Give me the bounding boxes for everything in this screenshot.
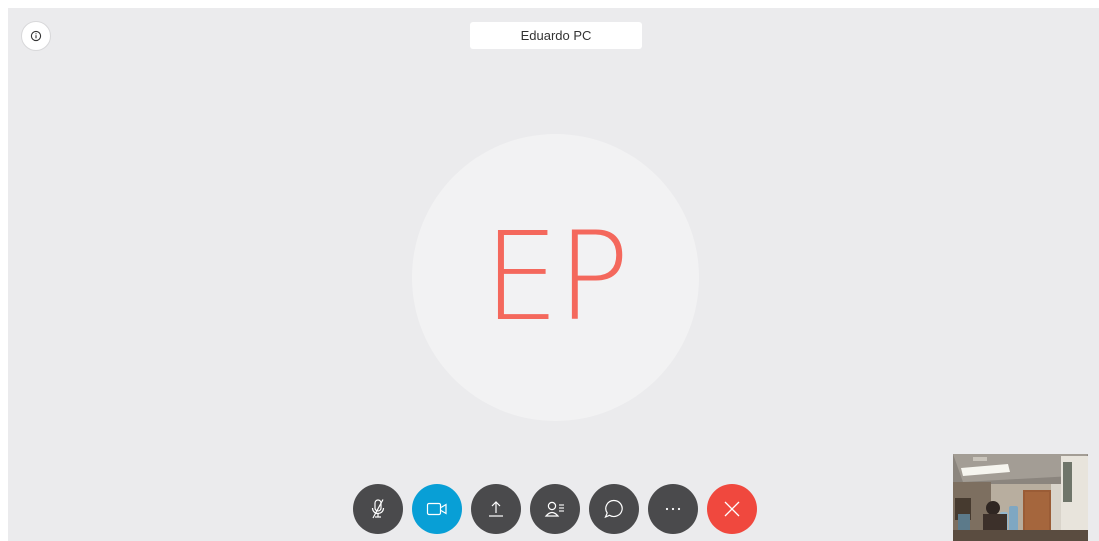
participant-name-label: Eduardo PC	[470, 22, 642, 49]
call-stage: Eduardo PC EP	[8, 8, 1099, 541]
chat-bubble-icon	[604, 499, 623, 519]
participants-icon	[544, 501, 564, 517]
end-call-button[interactable]	[707, 484, 757, 534]
participant-avatar: EP	[412, 134, 699, 421]
participant-name: Eduardo PC	[520, 28, 592, 43]
mic-muted-icon	[371, 499, 385, 519]
video-button[interactable]	[412, 484, 462, 534]
close-icon	[724, 501, 740, 517]
upload-icon	[489, 501, 503, 517]
share-button[interactable]	[471, 484, 521, 534]
avatar-initials: EP	[483, 206, 629, 348]
participants-button[interactable]	[530, 484, 580, 534]
self-view-video[interactable]	[953, 454, 1088, 541]
self-view-scene	[953, 454, 1088, 541]
more-button[interactable]	[648, 484, 698, 534]
chat-button[interactable]	[589, 484, 639, 534]
info-button[interactable]	[21, 21, 51, 51]
info-icon	[30, 30, 42, 42]
video-camera-icon	[426, 502, 447, 516]
more-dots-icon	[665, 507, 681, 511]
call-controls	[353, 484, 757, 534]
mute-button[interactable]	[353, 484, 403, 534]
